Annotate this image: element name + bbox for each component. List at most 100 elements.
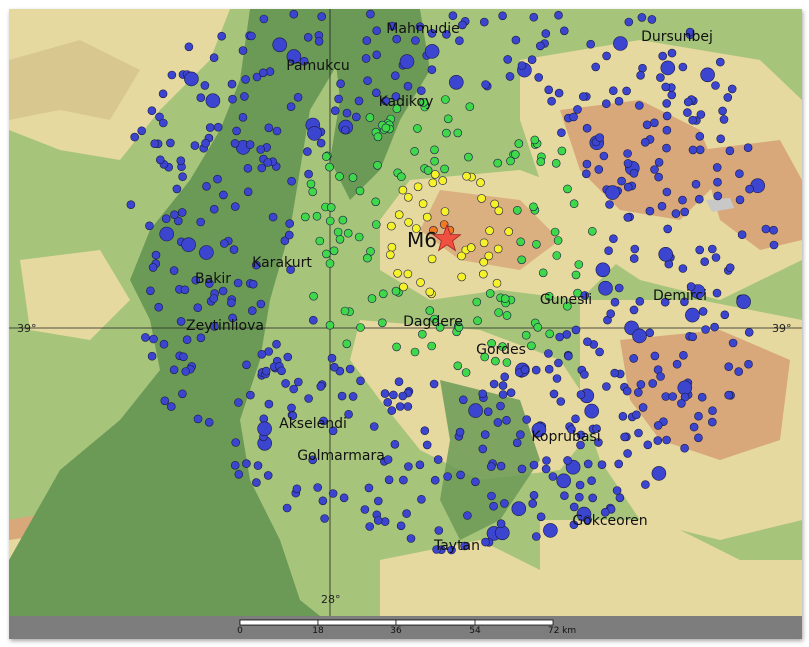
station-marker[interactable] (691, 179, 701, 189)
station-marker[interactable] (688, 145, 698, 155)
station-marker[interactable] (640, 138, 650, 147)
station-marker[interactable] (328, 489, 338, 498)
station-marker[interactable] (481, 537, 490, 547)
station-marker[interactable] (363, 253, 372, 263)
station-marker[interactable] (351, 112, 361, 122)
station-marker[interactable] (326, 203, 336, 212)
station-marker[interactable] (234, 398, 243, 407)
station-marker[interactable] (484, 251, 494, 261)
station-marker[interactable] (387, 221, 396, 231)
station-marker[interactable] (506, 388, 516, 398)
station-marker[interactable] (680, 207, 690, 217)
station-marker[interactable] (313, 483, 323, 492)
station-marker[interactable] (334, 94, 343, 104)
station-marker[interactable] (598, 280, 613, 296)
station-marker[interactable] (318, 496, 328, 506)
station-marker[interactable] (604, 246, 613, 255)
station-marker[interactable] (293, 93, 303, 102)
station-marker[interactable] (533, 322, 543, 332)
station-marker[interactable] (511, 501, 527, 517)
station-marker[interactable] (672, 359, 682, 369)
station-marker[interactable] (517, 464, 527, 474)
station-marker[interactable] (339, 493, 349, 503)
station-marker[interactable] (657, 201, 667, 211)
station-marker[interactable] (430, 475, 440, 485)
station-marker[interactable] (440, 207, 450, 216)
station-marker[interactable] (397, 172, 406, 181)
station-marker[interactable] (453, 128, 463, 138)
station-marker[interactable] (371, 197, 381, 207)
station-marker[interactable] (496, 401, 505, 411)
station-marker[interactable] (151, 250, 161, 260)
station-marker[interactable] (632, 410, 641, 420)
station-marker[interactable] (680, 443, 689, 453)
station-marker[interactable] (430, 145, 439, 155)
station-marker[interactable] (715, 57, 725, 67)
station-marker[interactable] (667, 48, 677, 58)
station-marker[interactable] (638, 403, 648, 412)
station-marker[interactable] (550, 227, 560, 237)
station-marker[interactable] (160, 396, 170, 406)
station-marker[interactable] (465, 102, 475, 111)
station-marker[interactable] (650, 351, 660, 361)
station-marker[interactable] (335, 235, 345, 244)
station-marker[interactable] (404, 462, 413, 471)
station-marker[interactable] (695, 245, 705, 255)
station-marker[interactable] (671, 209, 681, 218)
station-marker[interactable] (541, 464, 551, 474)
station-marker[interactable] (487, 491, 496, 501)
station-marker[interactable] (633, 388, 643, 397)
station-marker[interactable] (549, 389, 559, 399)
station-marker[interactable] (457, 272, 467, 282)
station-marker[interactable] (309, 291, 318, 301)
station-marker[interactable] (614, 96, 624, 106)
station-marker[interactable] (159, 118, 168, 128)
station-marker[interactable] (172, 184, 182, 194)
station-marker[interactable] (535, 41, 545, 51)
station-marker[interactable] (516, 237, 526, 247)
station-marker[interactable] (367, 294, 377, 303)
station-marker[interactable] (530, 135, 540, 145)
station-marker[interactable] (661, 82, 671, 92)
station-marker[interactable] (612, 486, 622, 495)
station-marker[interactable] (710, 322, 719, 332)
station-marker[interactable] (466, 243, 476, 252)
station-marker[interactable] (242, 459, 251, 468)
station-marker[interactable] (281, 379, 290, 388)
station-marker[interactable] (481, 80, 490, 89)
station-marker[interactable] (184, 42, 194, 52)
station-marker[interactable] (688, 115, 698, 125)
station-marker[interactable] (406, 534, 416, 543)
station-marker[interactable] (694, 194, 704, 204)
station-marker[interactable] (493, 418, 503, 427)
station-marker[interactable] (496, 519, 506, 529)
station-marker[interactable] (707, 417, 717, 427)
station-marker[interactable] (663, 224, 673, 234)
station-marker[interactable] (569, 199, 579, 208)
station-marker[interactable] (147, 106, 157, 115)
station-marker[interactable] (147, 351, 157, 361)
station-marker[interactable] (694, 411, 703, 421)
station-marker[interactable] (493, 244, 503, 254)
station-marker[interactable] (316, 382, 326, 391)
station-marker[interactable] (410, 347, 420, 357)
station-marker[interactable] (571, 270, 581, 280)
station-marker[interactable] (219, 190, 228, 200)
station-marker[interactable] (545, 329, 555, 339)
station-marker[interactable] (404, 218, 413, 227)
station-marker[interactable] (159, 226, 174, 242)
station-marker[interactable] (258, 68, 268, 78)
station-marker[interactable] (396, 521, 406, 531)
shake-map[interactable]: Mahmudie Dursunbej Pamukcu Kadikoy Karakurt B… (0, 0, 809, 647)
station-marker[interactable] (325, 216, 335, 226)
station-marker[interactable] (167, 402, 176, 411)
station-marker[interactable] (489, 379, 499, 389)
station-marker[interactable] (354, 232, 364, 242)
station-marker[interactable] (156, 155, 165, 165)
station-marker[interactable] (677, 380, 693, 396)
station-marker[interactable] (422, 440, 432, 450)
station-marker[interactable] (471, 477, 480, 487)
station-marker[interactable] (184, 71, 199, 87)
station-marker[interactable] (148, 263, 158, 272)
station-marker[interactable] (544, 364, 554, 374)
